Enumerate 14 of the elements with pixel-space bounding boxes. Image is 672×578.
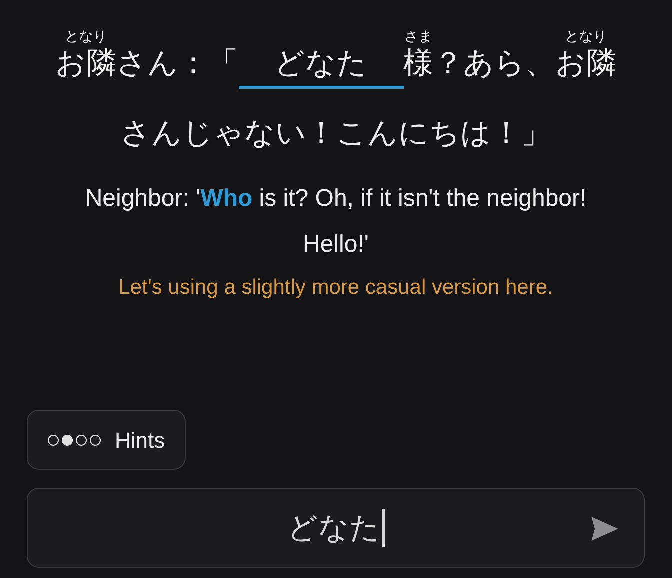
answer-input[interactable]: どなた: [27, 488, 645, 568]
translation-text: Neighbor: 'Who is it? Oh, if it isn't the neighbor! Hello!': [84, 184, 588, 260]
furigana: となり: [565, 28, 607, 44]
furigana: さま: [404, 28, 432, 44]
note-text: Let's using a slightly more casual version here.: [118, 275, 554, 301]
kanji-word: お隣: [556, 46, 616, 82]
hints-button[interactable]: Hints: [27, 410, 186, 470]
answer-blank: どなた: [238, 44, 404, 89]
sentence-text: さんじゃない！こんにちは！」: [120, 116, 552, 152]
kanji-word: お隣: [56, 46, 116, 82]
kanji-word: 様: [404, 46, 434, 82]
sentence-text: ？あら、: [434, 46, 556, 82]
furigana: となり: [65, 28, 107, 44]
sentence-text: さん：「: [116, 46, 238, 82]
